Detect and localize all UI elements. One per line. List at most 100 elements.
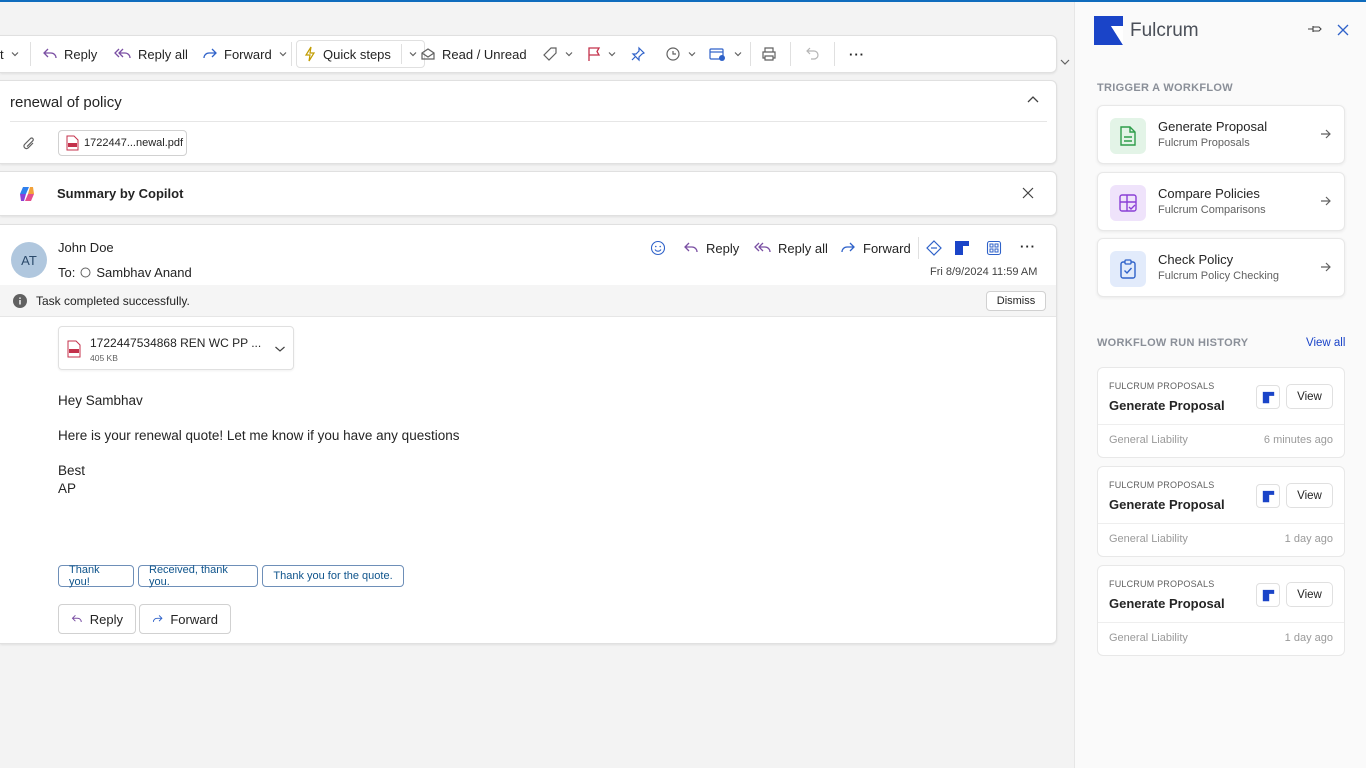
apps-grid-icon [986,240,1002,256]
reply-icon [43,48,57,59]
chevron-down-icon [409,52,417,57]
flag-button[interactable] [587,36,617,72]
undo-button[interactable] [805,36,821,72]
copilot-summary-card[interactable]: Summary by Copilot [0,171,1057,216]
view-run-button[interactable]: View [1286,582,1333,607]
arrow-right-icon [1320,128,1332,140]
partial-command-button[interactable]: t [0,36,20,72]
document-icon [1110,118,1146,154]
reply-all-button[interactable]: Reply all [114,36,188,72]
workflow-check-policy[interactable]: Check Policy Fulcrum Policy Checking [1097,238,1345,297]
paperclip-icon [22,136,36,152]
view-run-button[interactable]: View [1286,384,1333,409]
chevron-down-icon [11,52,19,57]
undo-icon [806,47,819,60]
pin-panel-button[interactable] [1307,23,1322,35]
copilot-icon [18,186,36,202]
close-panel-button[interactable] [1337,24,1349,36]
pin-icon [1308,26,1322,32]
reply-icon [684,242,698,253]
workflow-compare-policies[interactable]: Compare Policies Fulcrum Comparisons [1097,172,1345,231]
divider [1098,424,1344,425]
lightning-icon [304,46,316,62]
pin-icon [631,46,646,62]
message-reply-all-button[interactable]: Reply all [754,240,828,256]
message-reply-button[interactable]: Reply [683,240,739,256]
attachment-card[interactable]: 1722447534868 REN WC PP ... 405 KB [58,326,294,370]
chevron-down-icon [608,52,616,57]
quick-steps-button[interactable]: Quick steps [296,40,425,68]
forward-button[interactable]: Forward [202,36,288,72]
body-line: Here is your renewal quote! Let me know … [58,428,460,443]
bottom-forward-button[interactable]: Forward [139,604,231,634]
avatar[interactable]: AT [11,242,47,278]
fulcrum-addin-button[interactable] [954,240,970,256]
action-divider [918,237,919,259]
info-icon [13,294,27,308]
message-subject: renewal of policy [10,94,122,111]
chevron-down-icon [565,52,573,57]
apps-button[interactable] [986,240,1002,256]
attachment-size: 405 KB [90,353,118,363]
addin-button[interactable] [926,240,942,256]
bottom-reply-button[interactable]: Reply [58,604,136,634]
diamond-addin-icon [926,240,942,256]
arrow-right-icon [1320,261,1332,273]
view-all-link[interactable]: View all [1306,337,1345,349]
presence-icon [80,267,91,278]
collapse-button[interactable] [1026,94,1040,106]
rules-button[interactable] [709,36,743,72]
attachment-name: 1722447534868 REN WC PP ... [90,336,262,350]
info-banner: Task completed successfully. Dismiss [0,285,1056,317]
close-icon [1337,24,1349,36]
view-run-button[interactable]: View [1286,483,1333,508]
print-button[interactable] [761,36,777,72]
recipient-line: To: Sambhav Anand [58,265,192,280]
forward-icon [152,615,163,622]
forward-icon [203,48,217,59]
chevron-down-icon [1060,59,1070,65]
quick-reply-1[interactable]: Thank you! [58,564,134,588]
recipient-name[interactable]: Sambhav Anand [96,265,191,280]
workflow-generate-proposal[interactable]: Generate Proposal Fulcrum Proposals [1097,105,1345,164]
envelope-open-icon [421,48,435,60]
sender-name[interactable]: John Doe [58,240,114,255]
snooze-button[interactable] [665,36,697,72]
printer-icon [762,47,776,61]
chevron-up-icon [1027,96,1039,103]
body-greeting: Hey Sambhav [58,393,143,408]
message-more-button[interactable]: ··· [1020,239,1036,254]
attachment-menu-button[interactable] [274,344,286,354]
quick-reply-2[interactable]: Received, thank you. [138,564,258,588]
close-copilot-button[interactable] [1022,187,1034,199]
fulcrum-logo-icon [1256,583,1280,607]
read-unread-button[interactable]: Read / Unread [420,36,527,72]
chevron-down-icon [688,52,696,57]
fulcrum-logo-icon [1256,385,1280,409]
pin-button[interactable] [630,36,646,72]
fulcrum-logo-icon [955,241,969,255]
clipboard-check-icon [1110,251,1146,287]
emoji-icon [650,240,666,256]
reply-button[interactable]: Reply [42,36,97,72]
toolbar-expand-button[interactable] [1059,56,1071,68]
more-options-button[interactable]: ··· [849,36,865,72]
fulcrum-logo-icon [1256,484,1280,508]
toolbar-divider [790,42,791,66]
command-toolbar: t Reply Reply all Forward Quick steps Re… [0,35,1057,73]
toolbar-divider [30,42,31,66]
attachment-chip[interactable]: 1722447...newal.pdf [58,130,187,156]
split-divider [400,44,402,64]
message-forward-button[interactable]: Forward [840,240,911,256]
fulcrum-logo [1094,16,1123,45]
dismiss-button[interactable]: Dismiss [986,291,1046,311]
message-card: AT John Doe To: Sambhav Anand Reply Repl… [0,224,1057,644]
react-button[interactable] [650,240,666,256]
quick-reply-3[interactable]: Thank you for the quote. [262,565,404,587]
categorize-button[interactable] [542,36,574,72]
toolbar-divider [291,42,292,66]
divider [10,121,1047,122]
trigger-section-title: TRIGGER A WORKFLOW [1097,82,1233,94]
reply-icon [71,614,82,623]
chevron-down-icon [275,346,285,352]
